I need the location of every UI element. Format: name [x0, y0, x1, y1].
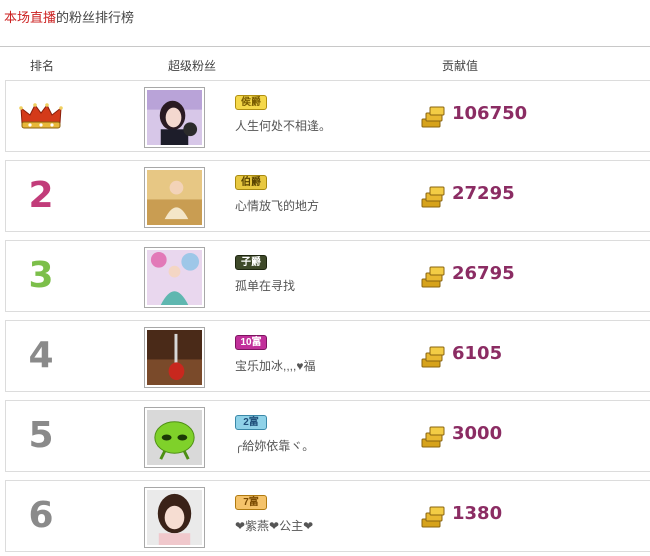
fan-nickname[interactable]: 心情放飞的地方 — [235, 197, 319, 214]
gold-coins-icon — [421, 186, 445, 208]
ranking-row: 3 子爵 孤单在寻找 26795 — [5, 240, 650, 312]
avatar[interactable] — [144, 487, 205, 548]
ranking-row: 2 伯爵 心情放飞的地方 27295 — [5, 160, 650, 232]
ranking-row: 侯爵 人生何处不相逢。 106750 — [5, 80, 650, 152]
avatar[interactable] — [144, 407, 205, 468]
fan-nickname[interactable]: ╭給妳依靠ヾ。 — [235, 437, 314, 454]
fan-nickname[interactable]: 孤单在寻找 — [235, 277, 295, 294]
ranking-row: 5 2富 ╭給妳依靠ヾ。 3000 — [5, 400, 650, 472]
avatar[interactable] — [144, 247, 205, 308]
page-title: 本场直播的粉丝排行榜 — [4, 7, 134, 26]
avatar-image — [147, 170, 202, 225]
fan-nickname[interactable]: 人生何处不相逢。 — [235, 117, 331, 134]
avatar-image — [147, 330, 202, 385]
rank-number: 5 — [28, 415, 54, 456]
contribution-value: 26795 — [452, 263, 515, 284]
fan-nickname[interactable]: 宝乐加冰,,,,♥福 — [235, 357, 315, 374]
rank-number: 3 — [28, 255, 54, 296]
avatar-image — [147, 250, 202, 305]
gold-coins-icon — [421, 106, 445, 128]
rank-badge: 侯爵 — [235, 95, 267, 110]
rank-number: 2 — [28, 175, 54, 216]
rank-number: 6 — [28, 495, 54, 536]
title-highlight: 本场直播 — [4, 10, 57, 25]
fan-nickname[interactable]: ❤紫燕❤公主❤ — [235, 517, 313, 534]
gold-coins-icon — [421, 426, 445, 448]
column-header-value: 贡献值 — [442, 59, 479, 73]
title-rest: 的粉丝排行榜 — [56, 10, 135, 25]
contribution-value: 1380 — [452, 503, 503, 524]
rank-badge: 2富 — [235, 415, 267, 430]
ranking-row: 6 7富 ❤紫燕❤公主❤ 1380 — [5, 480, 650, 552]
rank-badge: 伯爵 — [235, 175, 267, 190]
avatar[interactable] — [144, 327, 205, 388]
gold-coins-icon — [421, 346, 445, 368]
rank-cell: 5 — [16, 401, 66, 471]
contribution-value: 106750 — [452, 103, 528, 124]
avatar-image — [147, 90, 202, 145]
avatar[interactable] — [144, 167, 205, 228]
crown-icon — [19, 103, 63, 129]
rank-cell: 4 — [16, 321, 66, 391]
rank-badge: 7富 — [235, 495, 267, 510]
rank-cell — [16, 81, 66, 151]
avatar-image — [147, 490, 202, 545]
ranking-row: 4 10富 宝乐加冰,,,,♥福 6105 — [5, 320, 650, 392]
contribution-value: 6105 — [452, 343, 503, 364]
gold-coins-icon — [421, 506, 445, 528]
contribution-value: 27295 — [452, 183, 515, 204]
rank-cell: 6 — [16, 481, 66, 551]
column-header-fan: 超级粉丝 — [168, 59, 217, 73]
header-divider — [0, 46, 650, 47]
contribution-value: 3000 — [452, 423, 503, 444]
rank-badge: 子爵 — [235, 255, 267, 270]
avatar-image — [147, 410, 202, 465]
column-header-rank: 排名 — [30, 59, 55, 73]
gold-coins-icon — [421, 266, 445, 288]
avatar[interactable] — [144, 87, 205, 148]
rank-badge: 10富 — [235, 335, 267, 350]
rank-cell: 2 — [16, 161, 66, 231]
rank-number: 4 — [28, 335, 54, 376]
rank-cell: 3 — [16, 241, 66, 311]
